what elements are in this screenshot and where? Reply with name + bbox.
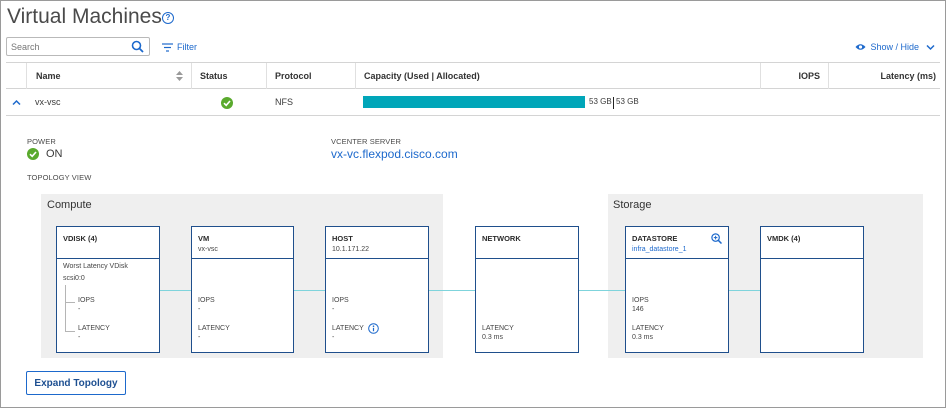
topology-view-label: TOPOLOGY VIEW [27,173,92,182]
node-header: HOST 10.1.171.22 [326,227,428,259]
storage-group-title: Storage [613,199,652,211]
node-title: VM [198,234,210,243]
column-header-status[interactable]: Status [191,63,266,89]
chevron-up-icon[interactable] [12,99,21,106]
capacity-allocated: 53 GB [616,97,639,106]
tree-branch [65,302,75,303]
table-row[interactable]: vx-vsc NFS 53 GB 53 GB [6,89,940,116]
table-header: Name Status Protocol Capacity (Used | Al… [6,62,940,89]
connector-vdisk-vm [159,290,191,291]
page-title: Virtual Machines [7,5,162,28]
node-subtitle: vx-vsc [198,246,218,253]
filter-icon [162,42,173,52]
node-title: DATASTORE [632,234,678,243]
column-name-label: Name [36,71,61,81]
node-title: NETWORK [482,234,521,243]
node-title: VDISK (4) [63,234,98,243]
search-box[interactable] [6,37,150,56]
vm-latency [828,89,936,115]
chevron-down-icon [926,44,935,50]
iops-value: - [198,306,201,313]
search-icon[interactable] [131,40,144,53]
zoom-in-icon[interactable] [711,233,722,244]
topology-node-vdisk[interactable]: VDISK (4) Worst Latency VDisk scsi0:0 IO… [56,226,160,353]
latency-label: LATENCY [482,325,514,332]
tree-branch [65,331,75,332]
latency-value: - [78,334,81,341]
node-subtitle: 10.1.171.22 [332,246,369,253]
window-frame: Virtual Machines ? Filter Show / Hide Na… [0,0,946,408]
iops-label: IOPS [632,297,649,304]
filter-label: Filter [177,42,197,52]
expand-topology-button[interactable]: Expand Topology [26,371,126,395]
vcenter-server-link[interactable]: vx-vc.flexpod.cisco.com [331,147,458,161]
eye-icon [855,44,866,50]
iops-value: 146 [632,306,644,313]
connector-network-datastore [578,290,626,291]
power-value: ON [46,148,63,160]
latency-label: LATENCY [332,325,364,332]
node-header: DATASTORE infra_datastore_1 [626,227,728,259]
iops-value: - [332,306,335,313]
topology-node-network[interactable]: NETWORK LATENCY 0.3 ms [475,226,579,353]
node-header: NETWORK [476,227,578,259]
node-header: VDISK (4) [57,227,159,259]
vcenter-label: VCENTER SERVER [331,137,402,146]
column-header-name[interactable]: Name [26,63,191,89]
datastore-link[interactable]: infra_datastore_1 [632,246,686,253]
column-header-iops[interactable]: IOPS [760,63,828,89]
worst-latency-label: Worst Latency VDisk [63,263,128,270]
node-title: VMDK (4) [767,234,801,243]
power-status: ON [27,148,63,160]
vm-name[interactable]: vx-vsc [35,89,61,115]
header-expand-col [6,63,26,89]
node-title: HOST [332,234,353,243]
show-hide-label: Show / Hide [870,42,919,52]
topology-node-vmdk[interactable]: VMDK (4) [760,226,864,353]
vdisk-id: scsi0:0 [63,275,85,282]
latency-value: - [198,334,201,341]
connector-host-network [428,290,476,291]
compute-group-title: Compute [47,199,92,211]
latency-label: LATENCY [632,325,664,332]
question-circle-icon[interactable]: ? [162,12,174,24]
tree-line [65,285,66,332]
iops-label: IOPS [332,297,349,304]
latency-value: - [332,334,335,341]
search-input[interactable] [11,40,129,54]
latency-value: 0.3 ms [632,334,654,341]
power-on-icon [27,148,39,160]
iops-label: IOPS [78,297,95,304]
capacity-separator [613,97,614,109]
node-header: VMDK (4) [761,227,863,259]
node-header: VM vx-vsc [192,227,293,259]
sort-icon[interactable] [176,71,183,81]
iops-label: IOPS [198,297,215,304]
topology-node-vm[interactable]: VM vx-vsc IOPS - LATENCY - [191,226,294,353]
connector-vm-host [293,290,326,291]
column-header-protocol[interactable]: Protocol [266,63,355,89]
iops-value: - [78,306,81,313]
latency-label: LATENCY [198,325,230,332]
column-header-capacity[interactable]: Capacity (Used | Allocated) [355,63,760,89]
filter-button[interactable]: Filter [162,40,197,54]
status-ok-icon [221,97,233,109]
info-icon[interactable] [368,323,379,334]
column-header-latency[interactable]: Latency (ms) [828,63,940,89]
latency-label: LATENCY [78,325,110,332]
vm-iops [760,89,820,115]
connector-datastore-vmdk [728,290,761,291]
capacity-bar [363,96,585,108]
power-label: POWER [27,137,56,146]
vm-protocol: NFS [275,97,293,107]
topology-node-host[interactable]: HOST 10.1.171.22 IOPS - LATENCY - [325,226,429,353]
topology-node-datastore[interactable]: DATASTORE infra_datastore_1 IOPS 146 LAT… [625,226,729,353]
latency-value: 0.3 ms [482,334,504,341]
show-hide-button[interactable]: Show / Hide [855,40,935,54]
capacity-used: 53 GB [589,97,612,106]
